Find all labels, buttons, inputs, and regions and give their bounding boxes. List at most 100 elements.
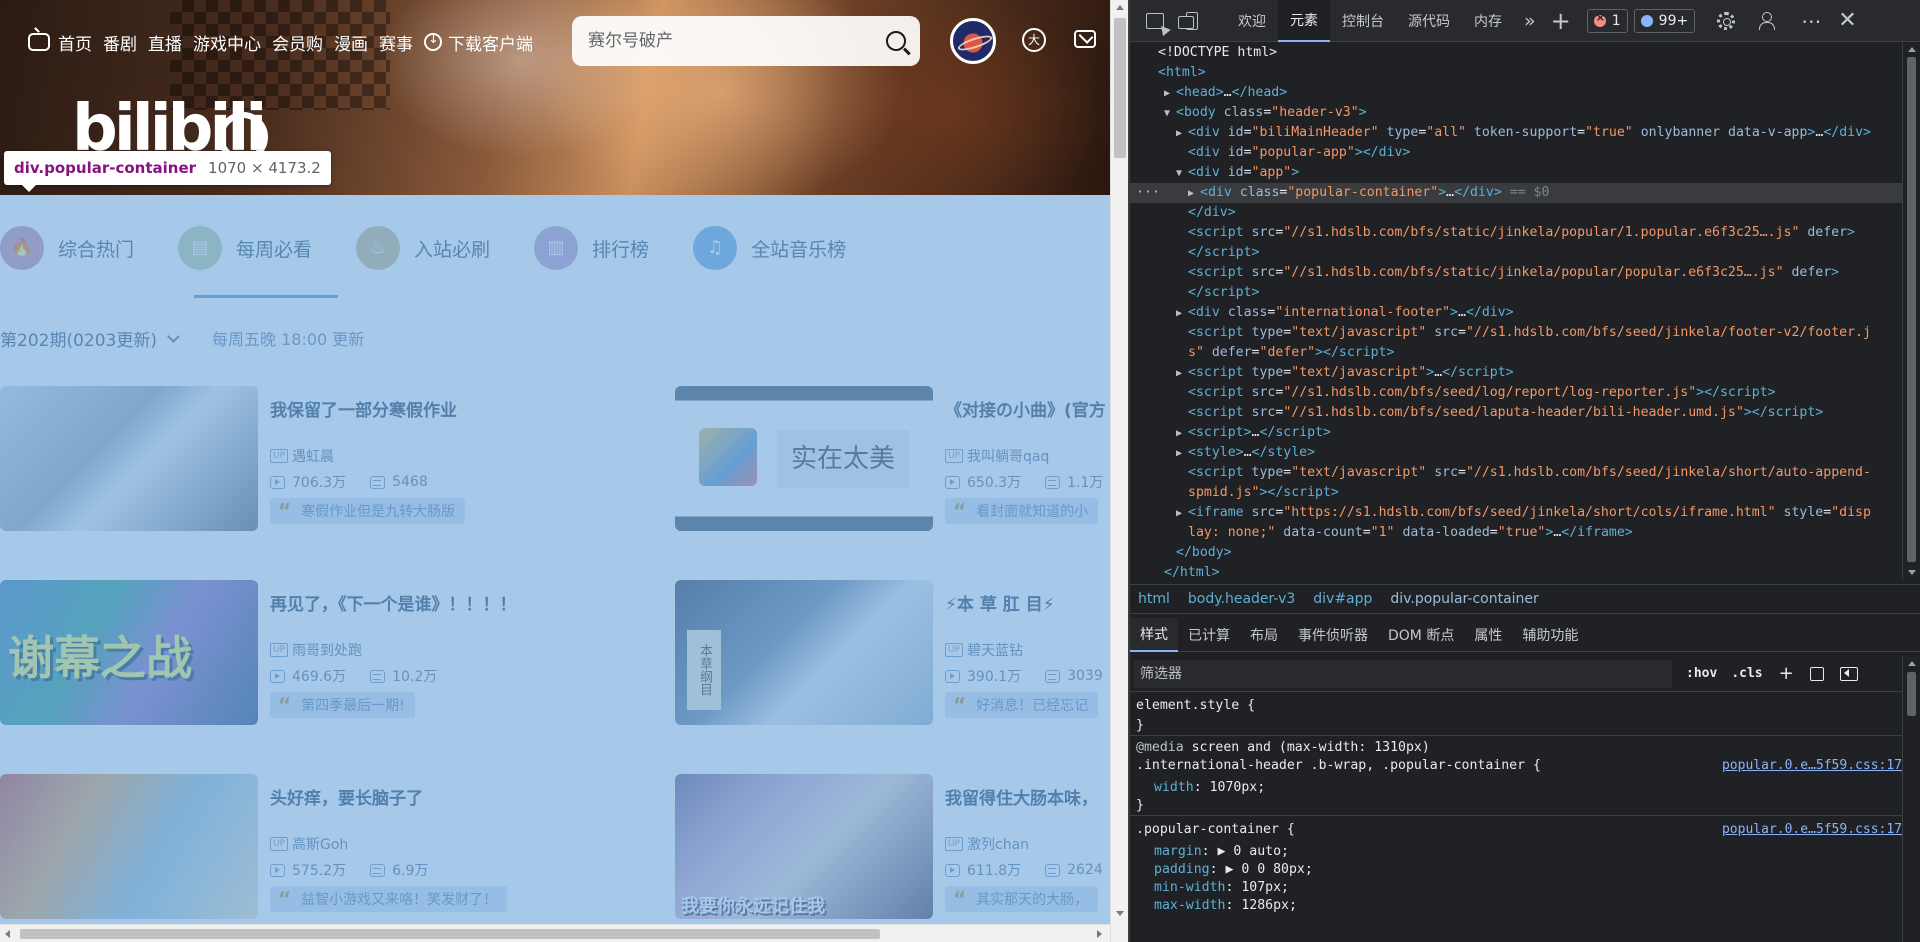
breadcrumb-body[interactable]: body.header-v3 [1188,591,1295,607]
search-input[interactable] [588,31,886,51]
scroll-up-icon[interactable] [1908,47,1916,52]
dom-node[interactable]: ▶ <div id="biliMainHeader" type="all" tok… [1176,123,1871,143]
video-card[interactable]: 谢幕之战 再见了，《下一个是谁》！！！！ UP 雨哥到处跑 469.6万 10.2万… [0,580,620,725]
dom-node[interactable]: <script src="//s1.hdslb.com/bfs/static/j… [1188,263,1839,283]
scrollbar-thumb[interactable] [1907,672,1916,716]
dom-node[interactable]: ▶ <div class="international-footer">…</di… [1176,303,1514,323]
tab-properties[interactable]: 属性 [1464,618,1512,652]
dom-node[interactable]: </script> [1188,243,1259,263]
message-count-badge[interactable]: 99+ [1633,8,1696,33]
video-title[interactable]: 我留得住大肠本味， [945,784,1098,809]
tab-music-chart[interactable]: ♫ 全站音乐榜 [693,222,846,274]
hov-button[interactable]: :hov [1686,666,1717,681]
customize-icon[interactable] [1759,11,1779,30]
tab-layout[interactable]: 布局 [1240,618,1288,652]
css-declaration[interactable]: max-width: 1286px; [1154,897,1297,915]
gear-icon[interactable] [1717,11,1736,30]
dom-node[interactable]: ▼ <div id="app"> [1176,163,1299,183]
dom-node[interactable]: <script src="//s1.hdslb.com/bfs/seed/lap… [1188,403,1823,423]
search-icon[interactable] [886,31,906,51]
rule-selector[interactable]: .popular-container { [1136,821,1295,839]
dom-node[interactable]: </html> [1164,563,1220,579]
paint-icon[interactable] [1809,666,1824,681]
scroll-right-icon[interactable] [1097,930,1102,938]
new-rule-icon[interactable]: + [1779,663,1794,684]
video-title[interactable]: 我保留了一部分寒假作业 [270,396,457,421]
dom-node[interactable]: </div> [1188,203,1236,223]
source-link[interactable]: popular.0.e…5f59.css:17 [1722,757,1902,775]
tab-accessibility[interactable]: 辅助功能 [1512,618,1588,652]
dom-node[interactable]: <script type="text/javascript" src="//s1… [1188,463,1871,483]
scroll-up-icon[interactable] [1908,661,1916,666]
scroll-left-icon[interactable] [5,930,10,938]
dom-node[interactable]: <script src="//s1.hdslb.com/bfs/seed/log… [1188,383,1776,403]
video-card[interactable]: 头好痒，要长脑子了 UP 高斯Goh 575.2万 6.9万 “ 益智小游戏又来咯！笑… [0,774,620,919]
nav-esports[interactable]: 赛事 [379,30,413,55]
video-thumbnail[interactable]: 实在太美 [675,386,933,531]
nav-home[interactable]: 首页 [28,30,92,55]
dom-node[interactable]: ▶ <script>…</script> [1176,423,1331,443]
video-title[interactable]: ⚡本 草 肛 目⚡ [945,590,1055,615]
dom-node[interactable]: ▶ <head>…</head> [1164,83,1287,103]
nav-live[interactable]: 直播 [148,30,182,55]
video-thumbnail[interactable]: 本草纲目 [675,580,933,725]
tab-dom-breakpoints[interactable]: DOM 断点 [1378,618,1464,652]
scrollbar-thumb[interactable] [1907,57,1916,562]
filter-input[interactable] [1134,659,1672,688]
toggle-sidebar-icon[interactable] [1839,666,1858,681]
dom-node[interactable]: lay: none;" data-count="1" data-loaded="… [1188,523,1633,543]
video-title[interactable]: 头好痒，要长脑子了 [270,784,423,809]
video-card[interactable]: 我保留了一部分寒假作业 UP 遇虹晨 706.3万 5468 “ 寒假作业但是九转大肠… [0,386,620,531]
uploader[interactable]: UP 高斯Goh [270,834,348,854]
tab-event-listeners[interactable]: 事件侦听器 [1288,618,1378,652]
scrollbar-thumb[interactable] [1114,18,1126,158]
video-title[interactable]: 再见了，《下一个是谁》！！！！ [270,590,517,615]
issue-selector[interactable]: 第202期(0203更新) [0,326,180,351]
add-tab-icon[interactable]: + [1551,7,1571,35]
dom-node[interactable]: </body> [1176,543,1232,563]
tab-memory[interactable]: 内存 [1462,0,1514,42]
inspect-element-icon[interactable] [1146,12,1164,29]
tab-styles[interactable]: 样式 [1130,617,1178,652]
dom-node[interactable]: <script type="text/javascript" src="//s1… [1188,323,1871,343]
tab-console[interactable]: 控制台 [1330,0,1396,42]
video-thumbnail[interactable]: 我要你永远记住我 [675,774,933,919]
scroll-down-icon[interactable] [1908,570,1916,575]
close-icon[interactable]: ✕ [1838,8,1856,33]
error-count-badge[interactable]: 1 [1586,8,1628,33]
dom-node-selected[interactable]: ··· ▶ <div class="popular-container">…</di… [1130,183,1902,203]
dom-node[interactable]: s" defer="defer"></script> [1188,343,1394,363]
dom-node[interactable]: ▶ <iframe src="https://s1.hdslb.com/bfs/s… [1176,503,1871,523]
css-declaration[interactable]: margin: ▶ 0 auto; [1154,843,1289,861]
dom-node[interactable]: ▼ <body class="header-v3"> [1164,103,1367,123]
dom-node[interactable]: <script src="//s1.hdslb.com/bfs/static/j… [1188,223,1855,243]
css-declaration[interactable]: padding: ▶ 0 0 80px; [1154,861,1313,879]
more-tabs-icon[interactable]: » [1524,10,1536,32]
breadcrumb-html[interactable]: html [1138,591,1170,607]
video-card[interactable]: 我要你永远记住我 我留得住大肠本味， UP 激列chan 611.8万 2624 “… [675,774,1110,919]
uploader[interactable]: UP 遇虹晨 [270,446,334,466]
uploader[interactable]: UP 碧天蓝钻 [945,640,1023,660]
scroll-down-icon[interactable] [1116,911,1124,916]
dom-node[interactable]: <html> [1158,63,1206,83]
tab-ranking[interactable]: ▥ 排行榜 [534,222,649,274]
tab-sources[interactable]: 源代码 [1396,0,1462,42]
nav-download-client[interactable]: 下载客户端 [424,30,533,55]
cls-button[interactable]: .cls [1731,666,1762,681]
rule-selector[interactable]: .international-header .b-wrap, .popular-… [1136,757,1541,775]
tab-must-watch[interactable]: ♨ 入站必刷 [356,222,490,274]
css-declaration[interactable]: min-width: 107px; [1154,879,1289,897]
video-title[interactable]: 《对接の小曲》(官方 [945,396,1106,421]
dom-tree-scrollbar[interactable] [1902,43,1920,579]
breadcrumb-app[interactable]: div#app [1313,591,1372,607]
scrollbar-thumb[interactable] [20,929,880,939]
page-horizontal-scrollbar[interactable] [0,924,1110,942]
page-vertical-scrollbar[interactable] [1110,0,1128,942]
more-options-icon[interactable]: ⋯ [1801,9,1822,33]
dom-node[interactable]: spmid.js"></script> [1188,483,1339,503]
video-card[interactable]: 本草纲目 ⚡本 草 肛 目⚡ UP 碧天蓝钻 390.1万 3039 “ 好消息！已经… [675,580,1110,725]
avatar[interactable] [950,18,996,64]
source-link[interactable]: popular.0.e…5f59.css:17 [1722,821,1902,839]
scroll-up-icon[interactable] [1116,5,1124,10]
css-declaration[interactable]: width: 1070px; [1154,779,1265,797]
